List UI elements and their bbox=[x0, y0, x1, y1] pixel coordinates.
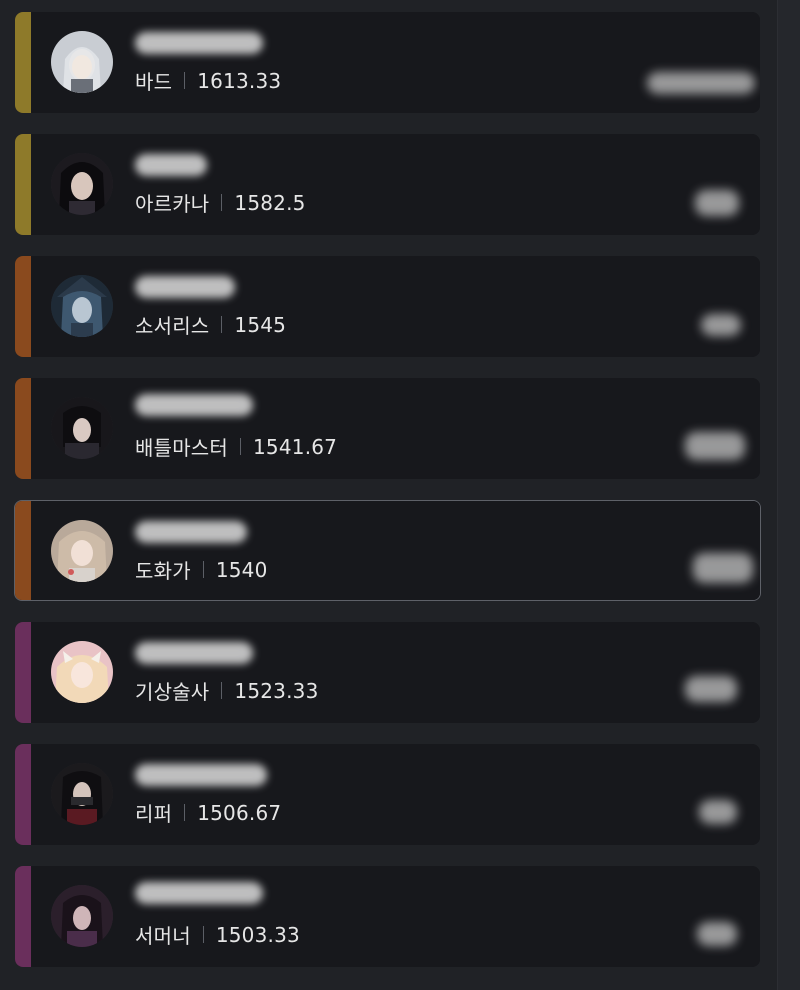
redacted-value bbox=[685, 676, 737, 702]
scrollbar[interactable] bbox=[777, 0, 800, 990]
class-name: 도화가 bbox=[135, 559, 191, 583]
separator bbox=[240, 438, 241, 455]
score: 1506.67 bbox=[197, 800, 282, 825]
player-name-redacted bbox=[135, 32, 263, 54]
ranking-card[interactable]: 기상술사 1523.33 bbox=[15, 622, 760, 723]
player-name-redacted bbox=[135, 642, 253, 664]
score: 1540 bbox=[215, 557, 268, 582]
rank-accent-bar bbox=[15, 866, 31, 967]
separator bbox=[221, 316, 223, 333]
redacted-value bbox=[685, 432, 745, 460]
reaper-portrait-icon bbox=[51, 763, 113, 825]
player-name-redacted bbox=[135, 394, 253, 416]
player-name-redacted bbox=[135, 276, 235, 298]
ranking-card[interactable]: 바드 1613.33 bbox=[15, 12, 760, 113]
class-name: 서머너 bbox=[135, 924, 191, 948]
redacted-value bbox=[693, 553, 753, 583]
class-score-line: 배틀마스터 1541.67 bbox=[135, 432, 337, 461]
score: 1545 bbox=[234, 312, 287, 337]
sorceress-portrait-icon bbox=[51, 275, 113, 337]
separator bbox=[184, 804, 186, 821]
rank-accent-bar bbox=[15, 744, 31, 845]
player-name-redacted bbox=[135, 154, 207, 176]
ranking-card[interactable]: 서머너 1503.33 bbox=[15, 866, 760, 967]
artist-portrait-icon bbox=[51, 520, 113, 582]
score: 1613.33 bbox=[197, 68, 282, 93]
class-name: 바드 bbox=[135, 70, 173, 94]
class-score-line: 리퍼 1506.67 bbox=[135, 798, 281, 827]
rank-accent-bar bbox=[15, 256, 31, 357]
player-name-redacted bbox=[135, 521, 247, 543]
player-name-redacted bbox=[135, 882, 263, 904]
class-name: 배틀마스터 bbox=[135, 436, 228, 460]
redacted-value bbox=[701, 314, 741, 336]
arcana-portrait-icon bbox=[51, 153, 113, 215]
class-score-line: 기상술사 1523.33 bbox=[135, 676, 319, 705]
aeromancer-portrait-icon bbox=[51, 641, 113, 703]
score: 1503.33 bbox=[215, 922, 300, 947]
ranking-list: 바드 1613.33 아르카나 1582.5 소서리스 1545 배틀마스터 1… bbox=[14, 12, 761, 988]
separator bbox=[221, 194, 223, 211]
rank-accent-bar bbox=[15, 134, 31, 235]
class-name: 리퍼 bbox=[135, 802, 173, 826]
rank-accent-bar bbox=[15, 378, 31, 479]
class-name: 아르카나 bbox=[135, 192, 210, 216]
battlemaster-portrait-icon bbox=[51, 397, 113, 459]
class-score-line: 도화가 1540 bbox=[135, 555, 268, 584]
separator bbox=[202, 926, 204, 943]
ranking-card[interactable]: 소서리스 1545 bbox=[15, 256, 760, 357]
rank-accent-bar bbox=[15, 501, 31, 600]
class-score-line: 바드 1613.33 bbox=[135, 66, 281, 95]
score: 1582.5 bbox=[234, 190, 306, 215]
separator bbox=[202, 561, 204, 578]
redacted-value bbox=[699, 800, 737, 824]
redacted-value bbox=[695, 190, 739, 216]
ranking-page: 바드 1613.33 아르카나 1582.5 소서리스 1545 배틀마스터 1… bbox=[0, 0, 800, 990]
redacted-value bbox=[647, 72, 755, 94]
class-score-line: 아르카나 1582.5 bbox=[135, 188, 306, 217]
ranking-card[interactable]: 아르카나 1582.5 bbox=[15, 134, 760, 235]
score: 1523.33 bbox=[234, 678, 319, 703]
separator bbox=[184, 72, 186, 89]
class-name: 기상술사 bbox=[135, 680, 210, 704]
class-score-line: 서머너 1503.33 bbox=[135, 920, 300, 949]
summoner-portrait-icon bbox=[51, 885, 113, 947]
player-name-redacted bbox=[135, 764, 267, 786]
rank-accent-bar bbox=[15, 12, 31, 113]
bard-portrait-icon bbox=[51, 31, 113, 93]
score: 1541.67 bbox=[253, 434, 338, 459]
redacted-value bbox=[697, 922, 737, 946]
class-name: 소서리스 bbox=[135, 314, 210, 338]
rank-accent-bar bbox=[15, 622, 31, 723]
separator bbox=[221, 682, 223, 699]
class-score-line: 소서리스 1545 bbox=[135, 310, 286, 339]
ranking-card-selected[interactable]: 도화가 1540 bbox=[14, 500, 761, 601]
ranking-card[interactable]: 리퍼 1506.67 bbox=[15, 744, 760, 845]
ranking-card[interactable]: 배틀마스터 1541.67 bbox=[15, 378, 760, 479]
